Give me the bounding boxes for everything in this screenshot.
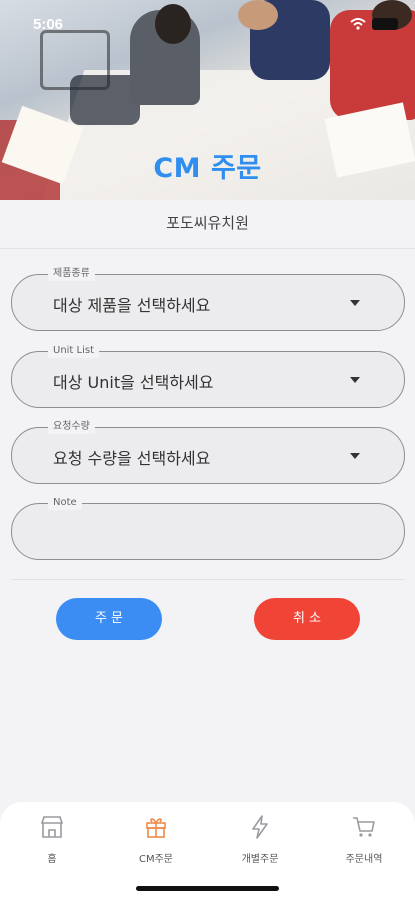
product-type-label: 제품종류: [48, 267, 95, 281]
gift-icon: [146, 818, 166, 838]
order-button[interactable]: 주 문: [56, 598, 162, 640]
quantity-value: 요청 수량을 선택하세요: [53, 449, 211, 468]
status-time: 5:06: [33, 16, 64, 33]
home-indicator: [136, 886, 279, 891]
divider: [0, 248, 415, 249]
tab-order-history-label: 주문내역: [345, 854, 383, 865]
product-type-value: 대상 제품을 선택하세요: [53, 296, 211, 315]
unit-list-value: 대상 Unit을 선택하세요: [53, 373, 214, 392]
tab-home[interactable]: 홈: [17, 814, 87, 865]
divider: [11, 579, 405, 580]
quantity-label: 요청수량: [48, 420, 95, 434]
lightning-icon: [252, 815, 268, 839]
product-type-select[interactable]: 제품종류 대상 제품을 선택하세요: [11, 267, 405, 331]
tab-home-label: 홈: [47, 854, 57, 865]
tab-cm-order[interactable]: CM주문: [121, 814, 191, 865]
dropdown-arrow-icon: [350, 377, 360, 383]
tab-individual-order-label: 개별주문: [241, 854, 279, 865]
tab-cm-order-label: CM주문: [138, 854, 173, 865]
page-title: CM 주문: [153, 153, 262, 184]
school-name: 포도씨유치원: [166, 214, 249, 232]
battery-icon: [372, 18, 398, 30]
dropdown-arrow-icon: [350, 300, 360, 306]
tab-individual-order[interactable]: 개별주문: [225, 814, 295, 865]
note-label: Note: [48, 496, 82, 510]
dropdown-arrow-icon: [350, 453, 360, 459]
cart-icon: [353, 817, 375, 837]
store-icon: [40, 816, 64, 838]
tab-order-history[interactable]: 주문내역: [329, 814, 399, 865]
wifi-icon: [350, 18, 366, 30]
note-input[interactable]: Note: [11, 496, 405, 560]
status-bar: 5:06: [0, 0, 415, 50]
cancel-button[interactable]: 취 소: [254, 598, 360, 640]
quantity-select[interactable]: 요청수량 요청 수량을 선택하세요: [11, 420, 405, 484]
unit-list-label: Unit List: [48, 344, 100, 358]
unit-list-select[interactable]: Unit List 대상 Unit을 선택하세요: [11, 344, 405, 408]
